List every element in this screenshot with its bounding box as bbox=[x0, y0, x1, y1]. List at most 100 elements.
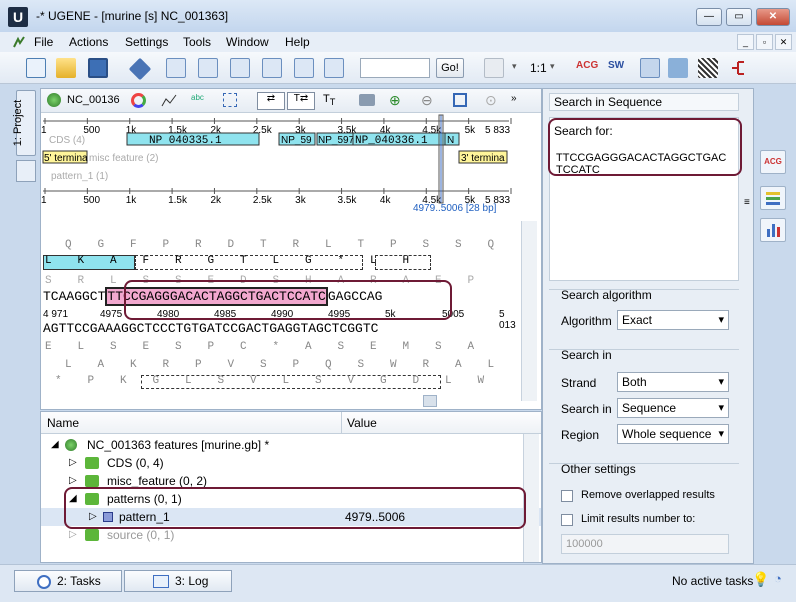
menu-settings[interactable]: Settings bbox=[125, 32, 168, 52]
region-select[interactable]: Whole sequence bbox=[617, 424, 729, 444]
open-folder-icon[interactable] bbox=[56, 58, 76, 78]
amino-acid: V bbox=[347, 375, 355, 387]
smith-waterman-icon[interactable]: SW bbox=[608, 60, 624, 71]
amino-acid: L bbox=[272, 255, 280, 267]
column-name-header[interactable]: Name bbox=[47, 416, 79, 430]
search-panel-title: Search in Sequence bbox=[549, 93, 739, 111]
mdi-close-button[interactable]: ✕ bbox=[775, 34, 792, 50]
scroll-grip-icon[interactable]: ≡ bbox=[744, 197, 750, 208]
dropdown-arrow-icon[interactable]: ▾ bbox=[550, 61, 555, 72]
root-feature-icon bbox=[65, 439, 77, 451]
amino-acid: G bbox=[305, 255, 312, 267]
select-icon[interactable] bbox=[223, 93, 237, 107]
remove-overlapped-label: Remove overlapped results bbox=[581, 489, 715, 501]
position-tick-label: 4 971 bbox=[43, 309, 69, 320]
search-in-select[interactable]: Sequence bbox=[617, 398, 729, 418]
other-settings-group: Other settings Remove overlapped results… bbox=[549, 462, 739, 563]
log-tab[interactable]: 3: Log bbox=[124, 570, 232, 592]
go-button[interactable]: Go! bbox=[436, 58, 464, 78]
tree-root-row[interactable]: ◢ NC_001363 features [murine.gb] * bbox=[41, 436, 541, 454]
find-icon[interactable] bbox=[640, 58, 660, 78]
tree-item-cds[interactable]: ▷ CDS (0, 4) bbox=[41, 454, 541, 472]
annotations-tab-icon[interactable] bbox=[760, 186, 786, 210]
limit-results-input[interactable]: 100000 bbox=[561, 534, 729, 554]
search-tab-icon[interactable]: ACG bbox=[760, 150, 786, 174]
amino-acid: P bbox=[207, 341, 215, 353]
tasks-dock-icon[interactable] bbox=[16, 160, 36, 182]
text-format-icon[interactable]: TT bbox=[323, 93, 335, 107]
sequence-icon-5[interactable] bbox=[294, 58, 314, 78]
minimize-button[interactable]: — bbox=[696, 8, 722, 26]
amino-acid: R bbox=[77, 275, 85, 287]
save-icon[interactable] bbox=[88, 58, 108, 78]
menu-actions[interactable]: Actions bbox=[69, 32, 108, 52]
amino-acid: V bbox=[227, 359, 235, 371]
scroll-right-icon[interactable]: » bbox=[511, 93, 523, 105]
menu-tools[interactable]: Tools bbox=[183, 32, 211, 52]
circular-view-icon[interactable] bbox=[131, 93, 146, 108]
column-divider[interactable] bbox=[341, 412, 342, 434]
zoom-ratio[interactable]: 1:1 bbox=[530, 61, 547, 75]
maximize-button[interactable]: ▭ bbox=[726, 8, 752, 26]
horizontal-scroll-thumb[interactable] bbox=[423, 395, 437, 407]
wrap-mode-button[interactable]: ⇄ bbox=[257, 92, 285, 110]
tasks-tab[interactable]: 2: Tasks bbox=[14, 570, 122, 592]
menu-window[interactable]: Window bbox=[226, 32, 269, 52]
sequence-icon-4[interactable] bbox=[262, 58, 282, 78]
project-tab[interactable]: 1: Project bbox=[12, 90, 36, 156]
zoom-out-icon[interactable]: ⊖ bbox=[421, 92, 433, 109]
acgt-icon[interactable]: ACG bbox=[576, 60, 598, 71]
camera-icon[interactable] bbox=[359, 94, 375, 106]
strand-select[interactable]: Both bbox=[617, 372, 729, 392]
sequence-icon-6[interactable] bbox=[324, 58, 344, 78]
toolbar-search-input[interactable] bbox=[360, 58, 430, 78]
vertical-scrollbar[interactable] bbox=[521, 221, 537, 401]
column-value-header[interactable]: Value bbox=[347, 416, 377, 430]
sequence-overview: 1 500 1k 1.5k 2k 2.5k 3k 3.5k 4k 4.5k 5k 5 833 NP 0… bbox=[41, 114, 512, 206]
mdi-controls: _ ▫ ✕ bbox=[735, 34, 792, 50]
sequence-icon-1[interactable] bbox=[166, 58, 186, 78]
left-dock bbox=[0, 84, 40, 564]
menu-file[interactable]: File bbox=[34, 32, 53, 52]
sequence-icon-2[interactable] bbox=[198, 58, 218, 78]
sequence-icon-3[interactable] bbox=[230, 58, 250, 78]
mdi-minimize-button[interactable]: _ bbox=[737, 34, 754, 50]
expand-arrow-icon[interactable]: ▷ bbox=[69, 454, 77, 472]
zoom-in-icon[interactable]: ⊕ bbox=[389, 92, 401, 109]
mdi-restore-button[interactable]: ▫ bbox=[756, 34, 773, 50]
lightbulb-icon[interactable]: 💡 bbox=[752, 571, 769, 588]
pin-icon[interactable] bbox=[484, 58, 504, 78]
tree-icon[interactable] bbox=[728, 58, 748, 78]
search-panel-scrollbar[interactable] bbox=[741, 119, 753, 559]
notification-icon[interactable]: ◔ bbox=[774, 571, 782, 586]
algorithm-select[interactable]: Exact bbox=[617, 310, 729, 330]
abc-icon[interactable]: abc bbox=[191, 93, 209, 108]
new-project-icon[interactable] bbox=[26, 58, 46, 78]
amino-acid: S bbox=[357, 359, 365, 371]
search-pattern-icon[interactable] bbox=[128, 57, 152, 81]
limit-results-checkbox[interactable] bbox=[561, 514, 573, 526]
pattern-icon[interactable] bbox=[698, 58, 718, 78]
dropdown-arrow-icon[interactable]: ▾ bbox=[512, 61, 517, 72]
close-button[interactable]: ✕ bbox=[756, 8, 790, 26]
position-tick-label: 4975 bbox=[100, 309, 123, 320]
amino-acid: L bbox=[325, 239, 332, 251]
feature-group-icon bbox=[85, 529, 99, 541]
ruler-tick-label: 4k bbox=[380, 195, 392, 206]
ruler-tick-label: 3.5k bbox=[338, 195, 358, 206]
cds-track-label: CDS (4) bbox=[49, 135, 85, 146]
amino-acid: G bbox=[152, 375, 160, 387]
collapse-arrow-icon[interactable]: ◢ bbox=[51, 436, 59, 454]
statistics-tab-icon[interactable] bbox=[760, 218, 786, 242]
ruler-tick-label: 2k bbox=[210, 195, 222, 206]
remove-overlapped-checkbox[interactable] bbox=[561, 490, 573, 502]
other-settings-title: Other settings bbox=[561, 462, 636, 476]
list-icon[interactable] bbox=[668, 58, 688, 78]
graphs-icon[interactable] bbox=[161, 93, 179, 108]
zoom-to-selection-icon[interactable] bbox=[453, 93, 467, 107]
translation-button[interactable]: T⇄ bbox=[287, 92, 315, 110]
document-icon[interactable] bbox=[12, 35, 26, 49]
title-bar: U -* UGENE - [murine [s] NC_001363] — ▭ … bbox=[0, 0, 796, 32]
zoom-fit-icon[interactable]: ⊙ bbox=[485, 92, 497, 109]
menu-help[interactable]: Help bbox=[285, 32, 310, 52]
